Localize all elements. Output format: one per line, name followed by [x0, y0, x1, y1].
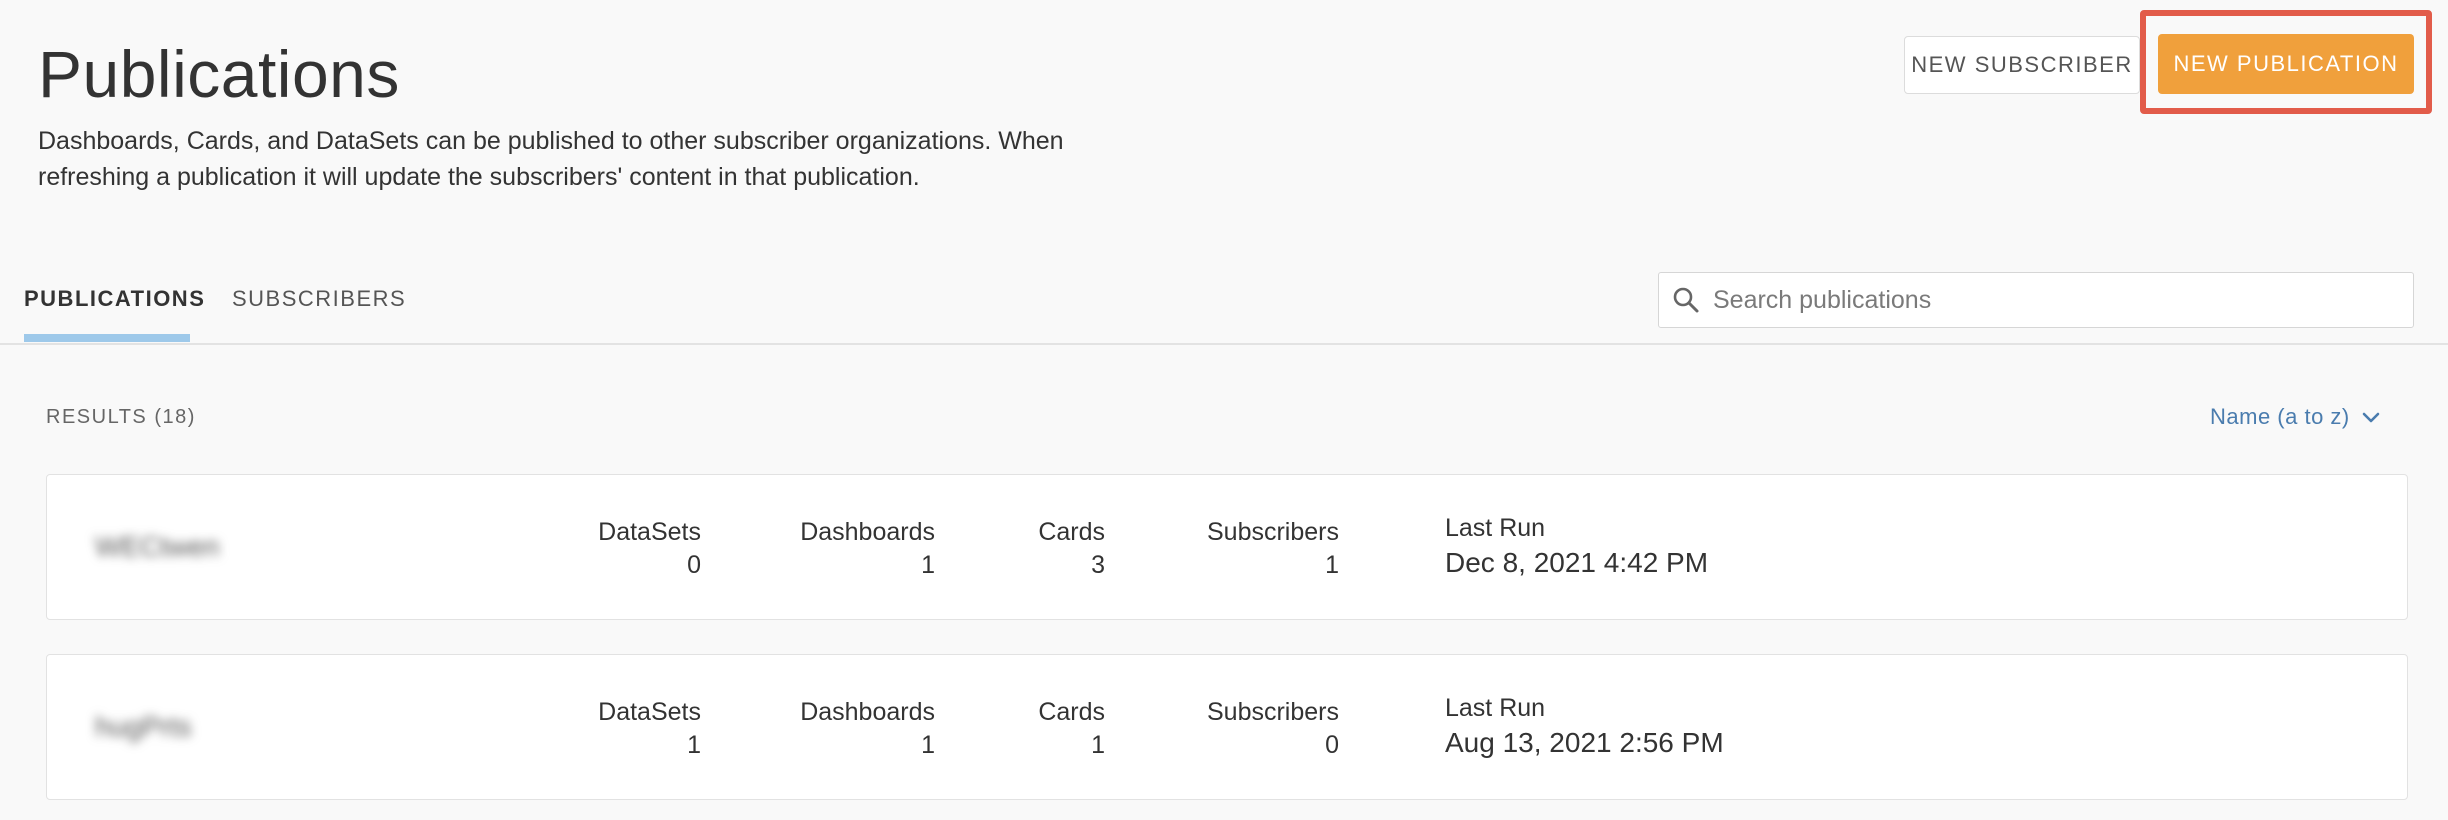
publication-card[interactable]: hugPrts DataSets 1 Dashboards 1 Cards 1 …: [46, 654, 2408, 800]
stat-value: 3: [1091, 551, 1105, 579]
search-input[interactable]: [1713, 273, 2413, 327]
new-subscriber-button[interactable]: NEW SUBSCRIBER: [1904, 36, 2140, 94]
stat-value: 1: [687, 731, 701, 759]
stat-label: Cards: [1038, 518, 1105, 546]
stat-value: 0: [1325, 731, 1339, 759]
stat-label: Subscribers: [1207, 698, 1339, 726]
stat-label: Subscribers: [1207, 518, 1339, 546]
publication-name: hugPrts: [95, 711, 192, 742]
stat-subscribers: Subscribers 1: [1207, 517, 1339, 583]
publication-card[interactable]: WECtwen DataSets 0 Dashboards 1 Cards 3 …: [46, 474, 2408, 620]
active-tab-indicator: [24, 334, 190, 342]
chevron-down-icon: [2362, 404, 2380, 430]
stat-label: Dashboards: [800, 518, 935, 546]
tab-divider: [0, 343, 2448, 345]
stat-dashboards: Dashboards 1: [800, 697, 935, 763]
stat-label: Dashboards: [800, 698, 935, 726]
tab-publications[interactable]: PUBLICATIONS: [24, 286, 205, 312]
last-run-label: Last Run: [1445, 514, 1546, 542]
new-publication-button[interactable]: NEW PUBLICATION: [2158, 34, 2414, 94]
last-run-label: Last Run: [1445, 694, 1546, 722]
last-run-value: Dec 8, 2021 4:42 PM: [1445, 547, 1709, 578]
tab-subscribers[interactable]: SUBSCRIBERS: [232, 286, 406, 312]
stat-value: 1: [1325, 551, 1339, 579]
results-count: RESULTS (18): [46, 406, 196, 428]
stat-label: DataSets: [598, 698, 701, 726]
search-box[interactable]: [1658, 272, 2414, 328]
last-run-value: Aug 13, 2021 2:56 PM: [1445, 727, 1724, 758]
stat-cards: Cards 1: [1038, 697, 1105, 763]
sort-dropdown[interactable]: Name (a to z): [2210, 402, 2380, 432]
stat-value: 1: [921, 731, 935, 759]
stat-label: DataSets: [598, 518, 701, 546]
stat-datasets: DataSets 1: [598, 697, 701, 763]
stat-value: 0: [687, 551, 701, 579]
last-run: Last Run Dec 8, 2021 4:42 PM: [1445, 513, 1708, 583]
stat-subscribers: Subscribers 0: [1207, 697, 1339, 763]
stat-dashboards: Dashboards 1: [800, 517, 935, 583]
stat-label: Cards: [1038, 698, 1105, 726]
sort-label: Name (a to z): [2210, 404, 2350, 429]
page-title: Publications: [38, 37, 400, 111]
publication-name: WECtwen: [95, 531, 220, 562]
last-run: Last Run Aug 13, 2021 2:56 PM: [1445, 693, 1724, 763]
stat-datasets: DataSets 0: [598, 517, 701, 583]
stat-cards: Cards 3: [1038, 517, 1105, 583]
page-description: Dashboards, Cards, and DataSets can be p…: [38, 127, 1064, 191]
stat-value: 1: [1091, 731, 1105, 759]
search-icon: [1659, 272, 1713, 328]
publications-page: Publications Dashboards, Cards, and Data…: [0, 0, 2448, 820]
stat-value: 1: [921, 551, 935, 579]
